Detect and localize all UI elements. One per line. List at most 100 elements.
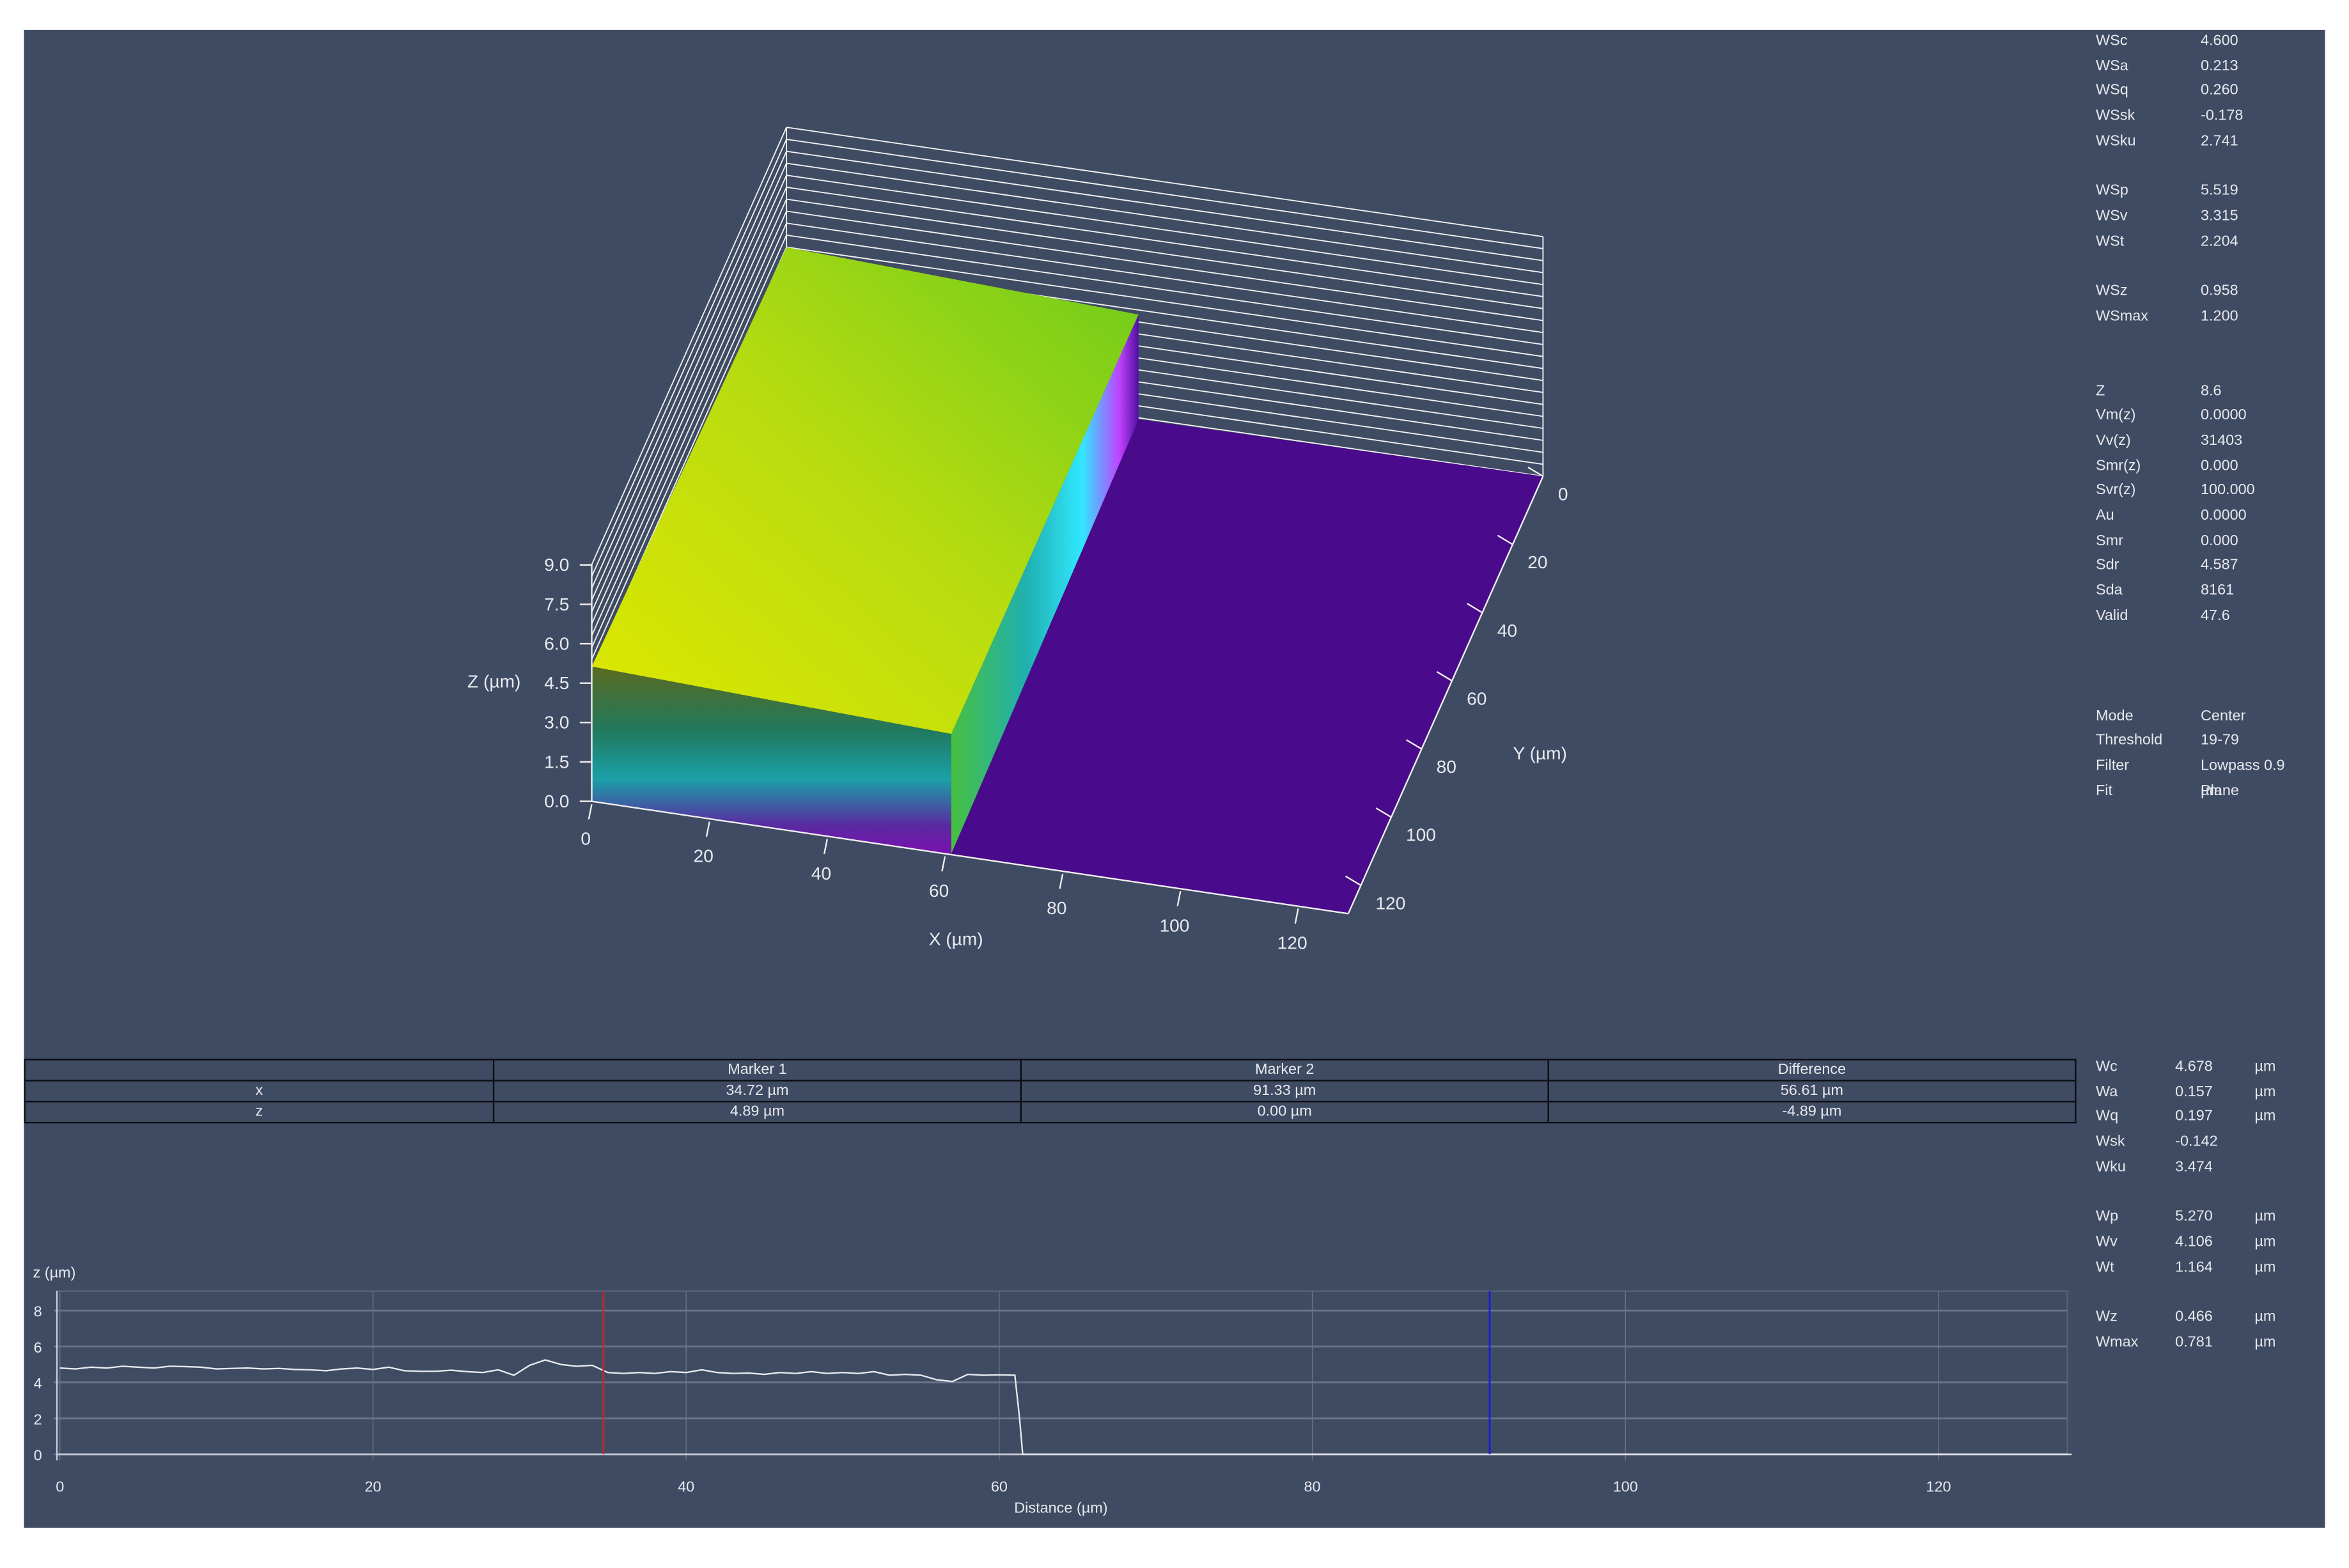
parameter-name: Sdr	[2095, 557, 2119, 575]
parameter-row: Wv 4.106 µm	[2096, 1234, 2275, 1259]
parameter-name: Wt	[2095, 1259, 2114, 1276]
parameter-row: Mode Center	[2096, 705, 2291, 730]
parameter-unit: µm	[2254, 1333, 2276, 1351]
parameter-row: Threshold 19-79	[2096, 730, 2291, 755]
parameter-row: Fit Plane	[2096, 780, 2291, 805]
parameter-value: 5.270	[2175, 1209, 2213, 1225]
parameter-name: WSa	[2095, 58, 2128, 75]
parameter-row: Svr(z) 100.000	[2096, 480, 2291, 505]
parameter-unit: µm	[2254, 1083, 2276, 1101]
parameter-value: -0.178	[2201, 107, 2244, 125]
parameter-row: Wmax 0.781 µm	[2096, 1334, 2275, 1359]
y-tick-label: 80	[1437, 757, 1456, 777]
y-axis-label: Y (µm)	[1513, 743, 1567, 763]
parameter-name: Wc	[2095, 1059, 2118, 1076]
parameter-value: Plane	[2201, 782, 2239, 800]
z-tick-label: 7.5	[544, 594, 569, 614]
parameter-name: WSmax	[2095, 307, 2149, 325]
parameter-row: WSz 0.958	[2096, 280, 2291, 305]
z-tick-label: 6.0	[544, 633, 569, 653]
parameter-value: 0.197	[2175, 1108, 2213, 1126]
cell: -4.89 µm	[1547, 1101, 2077, 1124]
z-tick-label: 4.5	[544, 673, 569, 693]
parameter-unit: µm	[2254, 1059, 2276, 1076]
parameter-name: Svr(z)	[2095, 483, 2136, 500]
marker-table: Marker 1 Marker 2 Difference x 34.72 µm …	[24, 1059, 2077, 1124]
parameter-row: Wt 1.164 µm	[2096, 1259, 2275, 1284]
parameter-name: WSq	[2095, 82, 2128, 100]
app-stage: 0.0 1.5 3.0 4.5 6.0 7.5 9.0 0 20 40 60 80 100 120 0 20 4…	[0, 0, 2349, 1568]
y-tick-label: 40	[1497, 621, 1517, 640]
parameter-row: Wp 5.270 µm	[2096, 1209, 2275, 1234]
parameter-name: WSz	[2095, 283, 2128, 300]
parameter-value: 0.213	[2201, 58, 2238, 75]
parameter-value: 4.587	[2201, 557, 2238, 575]
parameter-row: Valid 47.6	[2096, 605, 2291, 630]
parameter-unit: µm	[2254, 1308, 2276, 1326]
parameter-name: WSt	[2095, 233, 2125, 250]
parameter-name: WSc	[2095, 33, 2128, 50]
cell: 4.89 µm	[492, 1101, 1022, 1124]
parameter-name: Filter	[2095, 757, 2130, 775]
x-tick-label: 20	[694, 846, 714, 866]
parameter-value: 0.260	[2201, 82, 2238, 100]
x-tick-label: 80	[1047, 898, 1066, 918]
parameter-row: Wsk -0.142	[2096, 1134, 2275, 1159]
parameter-row: Vv(z) 31403	[2096, 430, 2291, 454]
parameter-name: Vm(z)	[2095, 408, 2136, 424]
parameter-value: 8.6	[2201, 382, 2222, 400]
parameter-row: Wa 0.157 µm	[2096, 1084, 2275, 1109]
parameter-value: 0.781	[2175, 1333, 2213, 1351]
y-tick-label: 100	[1406, 825, 1436, 845]
parameter-name: WSsk	[2095, 107, 2135, 125]
parameter-name: Smr(z)	[2095, 458, 2141, 475]
parameter-name: Fit	[2095, 782, 2113, 800]
parameter-value: Center	[2201, 708, 2246, 725]
parameter-unit: µm	[2254, 1108, 2276, 1126]
parameter-name: Wku	[2095, 1158, 2126, 1176]
parameter-value: 0.958	[2201, 283, 2238, 300]
parameter-row: WSp 5.519	[2096, 180, 2291, 205]
parameter-name: WSv	[2095, 208, 2128, 225]
parameter-value: 0.466	[2175, 1308, 2213, 1326]
parameter-value: 0.0000	[2201, 408, 2247, 424]
parameter-unit: µm	[2254, 1209, 2276, 1225]
parameter-name: Sda	[2095, 582, 2123, 600]
parameter-name: Smr	[2095, 532, 2123, 550]
x-tick-label: 100	[1160, 915, 1190, 935]
table-header-row: Marker 1 Marker 2 Difference	[24, 1059, 2077, 1082]
parameter-value: 2.204	[2201, 233, 2238, 250]
parameter-value: 2.741	[2201, 132, 2238, 150]
parameter-name: Z	[2095, 382, 2105, 400]
z-tick-label: 9.0	[544, 555, 569, 575]
y-tick-label: 60	[1467, 688, 1487, 708]
parameter-name: Mode	[2095, 708, 2134, 725]
parameter-value: 0.0000	[2201, 508, 2247, 525]
parameter-row: Sda 8161	[2096, 580, 2291, 605]
table-row: z 4.89 µm 0.00 µm -4.89 µm	[24, 1101, 2077, 1124]
parameter-name: Vv(z)	[2095, 433, 2131, 449]
cell: 34.72 µm	[492, 1080, 1022, 1103]
parameter-value: 5.519	[2201, 183, 2238, 199]
parameter-name: Wz	[2095, 1308, 2118, 1326]
header-cell	[24, 1059, 495, 1082]
parameter-value: 8161	[2201, 582, 2235, 600]
parameter-name: WSku	[2095, 132, 2136, 150]
header-cell: Difference	[1547, 1059, 2077, 1082]
parameter-unit: µm	[2254, 1259, 2276, 1276]
z-axis-label: Z (µm)	[467, 671, 520, 691]
parameter-row: Filter Lowpass 0.9 µm	[2095, 755, 2291, 799]
parameter-row: WSt 2.204	[2096, 230, 2291, 255]
parameter-row: WSc 4.600	[2096, 30, 2291, 55]
parameter-row: Vm(z) 0.0000	[2096, 405, 2291, 430]
parameter-name: Wa	[2095, 1083, 2118, 1101]
parameter-name: Threshold	[2095, 733, 2163, 750]
parameter-name: Wmax	[2095, 1333, 2139, 1351]
parameter-name: Wv	[2095, 1234, 2118, 1251]
parameter-row: Smr(z) 0.000	[2096, 455, 2291, 480]
3d-surface-plot[interactable]: 0.0 1.5 3.0 4.5 6.0 7.5 9.0 0 20 40 60 80 100 120 0 20 4…	[0, 0, 2349, 1048]
parameter-row: Wc 4.678 µm	[2096, 1059, 2275, 1084]
parameter-row: WSq 0.260	[2096, 80, 2291, 105]
parameter-row: WSsk -0.178	[2096, 105, 2291, 130]
header-cell: Marker 2	[1020, 1059, 1549, 1082]
